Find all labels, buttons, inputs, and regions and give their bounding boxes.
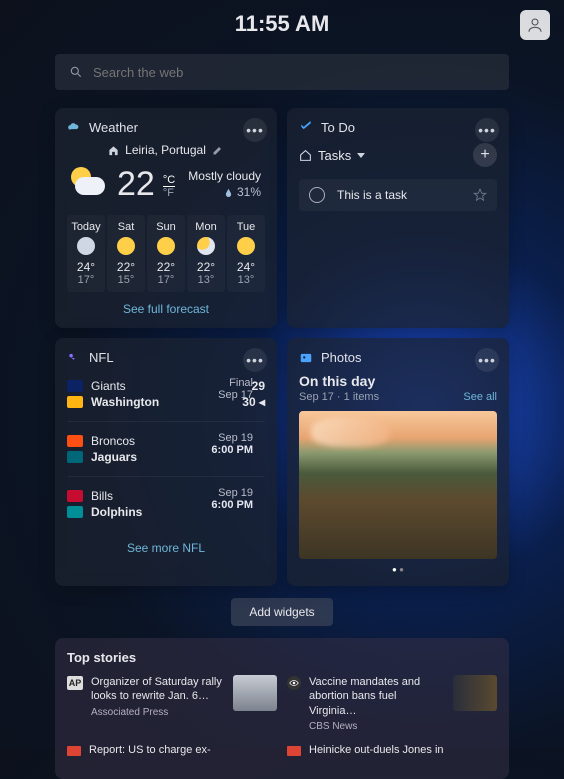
todo-icon xyxy=(299,121,313,135)
current-condition-icon xyxy=(67,163,109,205)
add-task-button[interactable]: + xyxy=(473,143,497,167)
team-logo xyxy=(67,435,83,447)
story-thumbnail xyxy=(453,675,497,711)
search-field[interactable] xyxy=(93,65,495,80)
user-icon xyxy=(526,16,544,34)
add-widgets-button[interactable]: Add widgets xyxy=(231,598,332,626)
forecast-day[interactable]: Mon22°13° xyxy=(187,215,225,292)
todo-title: To Do xyxy=(321,120,355,135)
team-logo xyxy=(67,451,83,463)
source-badge: AP xyxy=(67,676,83,690)
task-complete-checkbox[interactable] xyxy=(309,187,325,203)
nfl-widget: NFL ••• Giants29 Washington30 ◂ FinalSep… xyxy=(55,338,277,586)
weather-title: Weather xyxy=(89,120,138,135)
story-item[interactable]: Report: US to charge ex- xyxy=(67,743,277,757)
nfl-title: NFL xyxy=(89,350,114,365)
top-stories-title: Top stories xyxy=(67,650,497,665)
forecast-row: Today24°17°Sat22°15°Sun22°17°Mon22°13°Tu… xyxy=(67,215,265,292)
nfl-more-button[interactable]: ••• xyxy=(243,348,267,372)
team-logo xyxy=(67,396,83,408)
photos-more-button[interactable]: ••• xyxy=(475,348,499,372)
temp-unit-toggle[interactable]: °C °F xyxy=(163,174,175,199)
photos-title: Photos xyxy=(321,350,361,365)
source-badge xyxy=(287,676,301,690)
story-item[interactable]: APOrganizer of Saturday rally looks to r… xyxy=(67,675,277,733)
condition-text: Mostly cloudy xyxy=(188,169,261,183)
photos-icon xyxy=(299,351,313,365)
current-temp: 22 xyxy=(117,165,155,204)
humidity: 31% xyxy=(237,185,261,199)
droplet-icon xyxy=(224,187,233,198)
task-row[interactable]: This is a task xyxy=(299,179,497,211)
tasks-list-selector[interactable]: Tasks xyxy=(299,148,365,163)
weather-location: Leiria, Portugal xyxy=(125,143,206,157)
home-icon xyxy=(299,149,312,162)
weather-more-button[interactable]: ••• xyxy=(243,118,267,142)
see-full-forecast-link[interactable]: See full forecast xyxy=(67,302,265,316)
account-button[interactable] xyxy=(520,10,550,40)
forecast-icon xyxy=(237,237,255,255)
forecast-day[interactable]: Tue24°13° xyxy=(227,215,265,292)
chevron-down-icon xyxy=(357,153,365,158)
see-more-nfl-link[interactable]: See more NFL xyxy=(67,541,265,555)
search-icon xyxy=(69,65,83,79)
forecast-day[interactable]: Sun22°17° xyxy=(147,215,185,292)
forecast-icon xyxy=(77,237,95,255)
see-all-photos-link[interactable]: See all xyxy=(463,391,497,403)
task-label: This is a task xyxy=(337,188,461,202)
top-stories-widget: Top stories APOrganizer of Saturday rall… xyxy=(55,638,509,779)
todo-more-button[interactable]: ••• xyxy=(475,118,499,142)
team-logo xyxy=(67,490,83,502)
clock: 11:55 AM xyxy=(235,11,330,37)
team-logo xyxy=(67,506,83,518)
game-row[interactable]: Broncos Jaguars Sep 196:00 PM xyxy=(67,428,265,477)
photo-thumbnail[interactable] xyxy=(299,411,497,559)
team-logo xyxy=(67,380,83,392)
game-row[interactable]: Bills Dolphins Sep 196:00 PM xyxy=(67,483,265,531)
source-badge xyxy=(287,746,301,756)
forecast-icon xyxy=(117,237,135,255)
sports-icon xyxy=(67,351,81,365)
carousel-dots: ● ● xyxy=(299,565,497,574)
game-row[interactable]: Giants29 Washington30 ◂ FinalSep 17 xyxy=(67,373,265,422)
forecast-day[interactable]: Today24°17° xyxy=(67,215,105,292)
photos-meta: Sep 17 · 1 items xyxy=(299,391,379,403)
edit-location-icon[interactable] xyxy=(212,144,224,156)
story-item[interactable]: Heinicke out-duels Jones in xyxy=(287,743,497,757)
home-icon xyxy=(108,145,119,156)
forecast-day[interactable]: Sat22°15° xyxy=(107,215,145,292)
star-icon[interactable] xyxy=(473,188,487,202)
story-item[interactable]: Vaccine mandates and abortion bans fuel … xyxy=(287,675,497,733)
todo-widget: To Do ••• Tasks + This is a task xyxy=(287,108,509,328)
photos-heading: On this day xyxy=(299,373,379,389)
forecast-icon xyxy=(157,237,175,255)
story-thumbnail xyxy=(233,675,277,711)
source-badge xyxy=(67,746,81,756)
weather-widget: Weather ••• Leiria, Portugal 22 °C °F Mo… xyxy=(55,108,277,328)
photos-widget: Photos ••• On this day Sep 17 · 1 items … xyxy=(287,338,509,586)
search-input[interactable] xyxy=(55,54,509,90)
weather-icon xyxy=(67,121,81,135)
forecast-icon xyxy=(197,237,215,255)
